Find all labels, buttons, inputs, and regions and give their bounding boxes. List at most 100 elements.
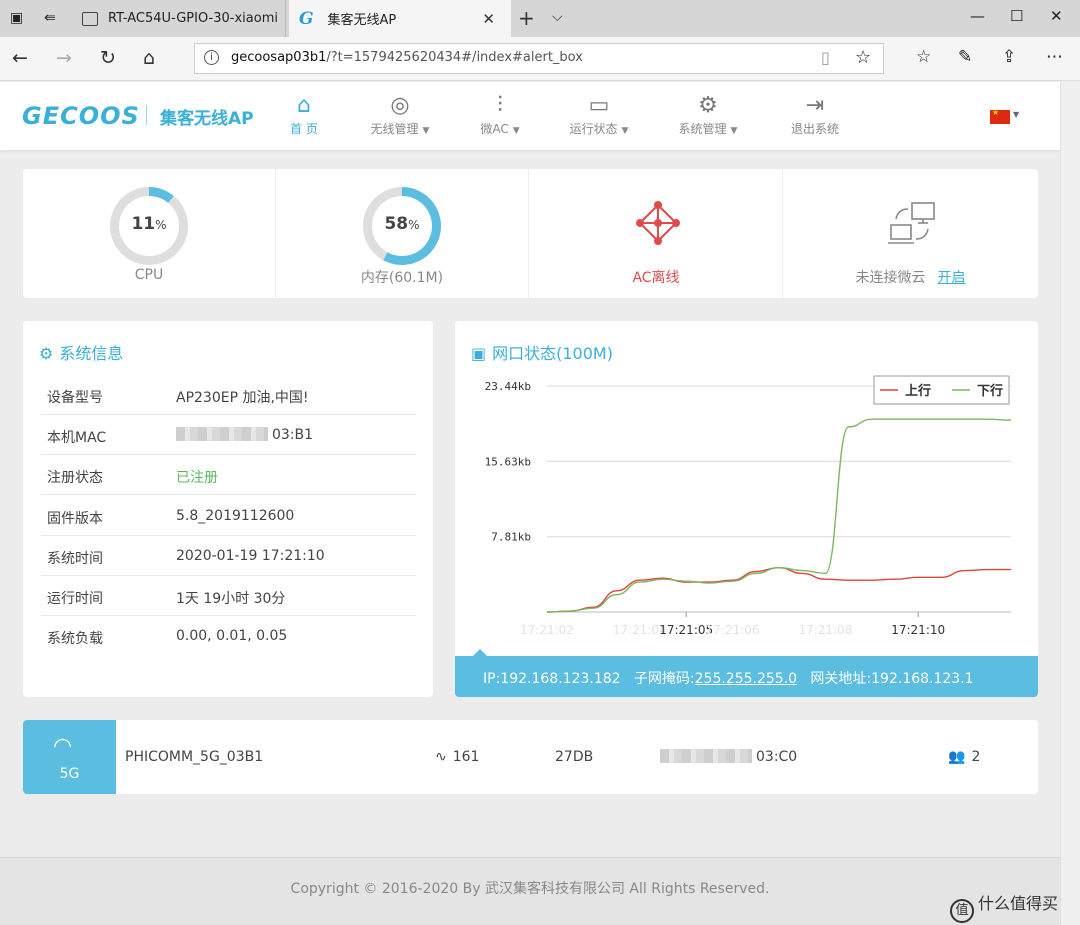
caret-down-icon: ▼: [730, 126, 738, 136]
home-icon: ⌂: [297, 93, 311, 118]
nav-label: 首 页: [290, 122, 318, 136]
system-info-card: ⚙ 系统信息 设备型号 AP230EP 加油,中国! 本机MAC 03:B1 注册状…: [23, 321, 433, 697]
home-browser-icon[interactable]: ⌂: [143, 47, 155, 69]
copyright-text: Copyright © 2016-2020 By 武汉集客科技有限公司 All …: [290, 881, 770, 897]
cloud-stat: 未连接微云 开启: [784, 169, 1037, 298]
caret-down-icon: ▼: [422, 126, 430, 136]
info-row-uptime: 运行时间 1天 19小时 30分: [41, 576, 416, 616]
china-flag-icon[interactable]: [990, 108, 1010, 124]
url-text[interactable]: gecoosap03b1/?t=1579425620434#/index#ale…: [231, 50, 583, 65]
ssid-name: PHICOMM_5G_03B1: [125, 749, 264, 765]
watermark: 值什么值得买: [950, 890, 1058, 923]
address-bar[interactable]: i gecoosap03b1/?t=1579425620434#/index#a…: [194, 43, 884, 74]
enable-cloud-link[interactable]: 开启: [938, 270, 966, 286]
memory-stat: 58% 内存(60.1M): [276, 169, 529, 298]
redacted-mac: [176, 427, 268, 441]
tab-actions-icon[interactable]: ▣: [10, 10, 23, 26]
nav-label: 退出系统: [790, 122, 839, 136]
nav-micro-ac[interactable]: ⫶ 微AC ▼: [472, 92, 528, 137]
nav-label: 无线管理: [370, 122, 419, 136]
nav-label: 微AC: [480, 122, 509, 136]
series-line: [546, 566, 1011, 613]
browser-tab-1[interactable]: RT-AC54U-GPIO-30-xiaomi: [72, 0, 286, 37]
ac-network-icon: [636, 201, 680, 245]
back-icon[interactable]: ←: [12, 47, 28, 69]
pen-notes-icon[interactable]: ✎: [958, 47, 972, 67]
info-row-system-time: 系统时间 2020-01-19 17:21:10: [41, 536, 416, 576]
signal-stat: ∿ 161: [435, 749, 480, 765]
nav-home[interactable]: ⌂ 首 页: [284, 92, 324, 137]
cpu-label: CPU: [134, 267, 164, 283]
status-summary-card: 11% CPU 58% 内存(60.1M) AC离线 未连接微云 开启: [23, 169, 1038, 298]
ac-stat: AC离线: [530, 169, 783, 298]
set-aside-tabs-icon[interactable]: ⇚: [44, 10, 56, 26]
network-status-card: ▣ 网口状态(100M) 23.44kb 15.63kb 7.81kb 17:21:02…: [455, 321, 1038, 697]
info-row-firmware: 固件版本 5.8_2019112600: [41, 496, 416, 536]
traffic-chart: 23.44kb15.63kb7.81kb17:21:02 17:21:0417:2…: [485, 375, 1012, 637]
memory-label: 内存(60.1M): [360, 270, 444, 286]
gecoos-logo: GECOOS: [22, 102, 140, 130]
series-line: [546, 418, 1012, 613]
nav-system[interactable]: ⚙ 系统管理 ▼: [670, 92, 746, 137]
logout-icon: ⇥: [805, 93, 825, 118]
y-tick-label: 7.81kb: [491, 531, 531, 544]
gear-icon: ⚙: [698, 93, 718, 118]
info-row-load: 系统负载 0.00, 0.01, 0.05: [47, 628, 288, 647]
memory-gauge: 58%: [363, 187, 441, 265]
caret-down-icon: ▼: [512, 126, 520, 136]
ssid-mac: 03:C0: [660, 749, 797, 765]
cloud-status-label: 未连接微云 开启: [855, 270, 966, 286]
info-icon[interactable]: i: [204, 50, 219, 65]
client-count[interactable]: 👥 2: [948, 749, 980, 765]
reading-view-icon[interactable]: ▯: [821, 48, 830, 67]
band-badge: ◠ 5G: [23, 720, 116, 794]
ssid-row[interactable]: ◠ 5G PHICOMM_5G_03B1 ∿ 161 27DB 03:C0 👥 2: [23, 720, 1038, 794]
nav-label: 运行状态: [569, 122, 618, 136]
tab-title: 集客无线AP: [327, 13, 397, 28]
caret-down-icon: ▼: [621, 126, 629, 136]
new-tab-icon[interactable]: +: [518, 6, 535, 30]
minimize-icon[interactable]: —: [970, 7, 985, 25]
redacted-mac: [660, 749, 752, 763]
close-tab-icon[interactable]: ✕: [482, 10, 495, 28]
users-icon: 👥: [948, 749, 966, 765]
page-icon: [82, 11, 98, 26]
info-row-registration: 注册状态 已注册: [41, 455, 416, 495]
cpu-gauge: 11%: [110, 187, 188, 265]
system-info-title: ⚙ 系统信息: [39, 344, 124, 363]
gecoos-favicon-icon: G: [299, 8, 314, 29]
wifi-signal-icon: ◎: [390, 93, 410, 118]
page-scrollbar[interactable]: [1060, 82, 1080, 925]
gear-icon: ⚙: [39, 344, 54, 363]
more-menu-icon[interactable]: ⋯: [1046, 47, 1063, 67]
nav-label: 系统管理: [678, 122, 727, 136]
tab-title: RT-AC54U-GPIO-30-xiaomi: [108, 11, 278, 26]
share-icon[interactable]: ⇪: [1002, 47, 1016, 67]
language-caret-icon[interactable]: ▼: [1013, 110, 1019, 119]
info-row-mac: 本机MAC 03:B1: [41, 415, 416, 455]
x-tick-label: 17:21:10: [891, 623, 945, 637]
pulse-icon: ∿: [435, 749, 447, 765]
close-window-icon[interactable]: ✕: [1050, 7, 1063, 25]
ip-info-bar: IP:192.168.123.182 子网掩码:255.255.255.0 网关…: [455, 649, 1038, 697]
cpu-stat: 11% CPU: [23, 169, 276, 298]
page-footer: Copyright © 2016-2020 By 武汉集客科技有限公司 All …: [0, 857, 1060, 925]
x-tick-label: 17:21:02: [520, 623, 574, 637]
computer-link-icon: [888, 202, 935, 244]
nav-wireless[interactable]: ◎ 无线管理 ▼: [362, 92, 438, 137]
forward-icon[interactable]: →: [56, 47, 72, 69]
x-tick-label: 17:21:06: [706, 623, 760, 637]
nav-run-status[interactable]: ▭ 运行状态 ▼: [561, 92, 637, 137]
tx-power: 27DB: [555, 749, 594, 765]
browser-tab-2[interactable]: G 集客无线AP ✕: [289, 0, 511, 37]
chevron-down-icon[interactable]: ⌵: [552, 9, 563, 25]
favorites-list-icon[interactable]: ☆: [916, 47, 931, 67]
refresh-icon[interactable]: ↻: [100, 47, 116, 69]
favorite-star-icon[interactable]: ☆: [855, 47, 871, 68]
x-tick-label: 17:21:08: [798, 623, 852, 637]
logo-divider: [146, 105, 147, 125]
nav-logout[interactable]: ⇥ 退出系统: [786, 92, 844, 137]
maximize-icon[interactable]: ☐: [1010, 7, 1023, 25]
registration-status: 已注册: [176, 470, 218, 486]
browser-toolbar: ← → ↻ ⌂ i gecoosap03b1/?t=1579425620434#…: [0, 37, 1080, 81]
